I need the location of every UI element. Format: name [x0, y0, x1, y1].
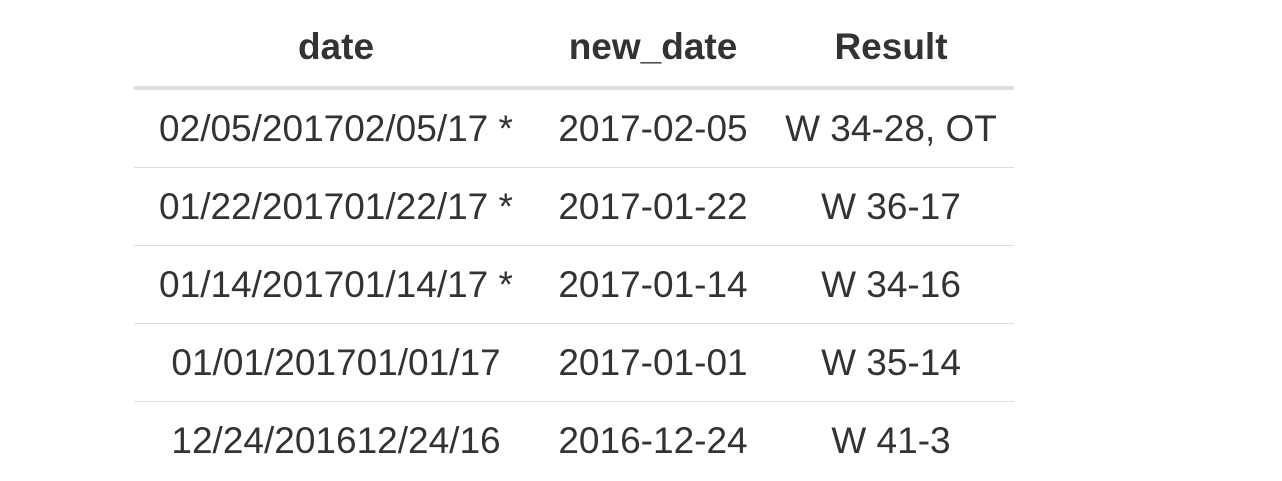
column-header-date: date	[134, 6, 538, 90]
cell-result: W 35-14	[768, 323, 1014, 402]
cell-date: 12/24/201612/24/16	[171, 420, 501, 461]
table-body: 02/05/201702/05/17 * 2017-02-05 W 34-28,…	[134, 88, 1014, 479]
cell-date: 02/05/201702/05/17 *	[134, 88, 538, 168]
header-row: date new_date Result	[134, 6, 1014, 90]
cell-new-date: 2017-01-22	[538, 167, 768, 246]
column-header-new-date: new_date	[538, 6, 768, 90]
cell-result: W 36-17	[768, 167, 1014, 246]
table-row: 01/01/201701/01/17 2017-01-01 W 35-14	[134, 323, 1014, 402]
table-row: 12/24/201612/24/16 2016-12-24 W 41-3	[134, 402, 1014, 480]
results-table: date new_date Result 02/05/201702/05/17 …	[134, 6, 1014, 479]
table-header: date new_date Result	[134, 6, 1014, 90]
cell-result: W 41-3	[831, 420, 951, 461]
table-row: 01/22/201701/22/17 * 2017-01-22 W 36-17	[134, 167, 1014, 246]
cell-new-date: 2017-02-05	[538, 88, 768, 168]
cell-new-date: 2016-12-24	[558, 420, 748, 461]
cell-result: W 34-28, OT	[768, 88, 1014, 168]
cell-result: W 34-16	[768, 245, 1014, 324]
cell-date: 01/01/201701/01/17	[134, 323, 538, 402]
page: date new_date Result 02/05/201702/05/17 …	[0, 0, 1282, 481]
cell-date: 01/22/201701/22/17 *	[134, 167, 538, 246]
table-row: 01/14/201701/14/17 * 2017-01-14 W 34-16	[134, 245, 1014, 324]
cell-new-date: 2017-01-01	[538, 323, 768, 402]
column-header-result: Result	[768, 6, 1014, 90]
cell-date: 01/14/201701/14/17 *	[134, 245, 538, 324]
table-row: 02/05/201702/05/17 * 2017-02-05 W 34-28,…	[134, 88, 1014, 168]
cell-new-date: 2017-01-14	[538, 245, 768, 324]
